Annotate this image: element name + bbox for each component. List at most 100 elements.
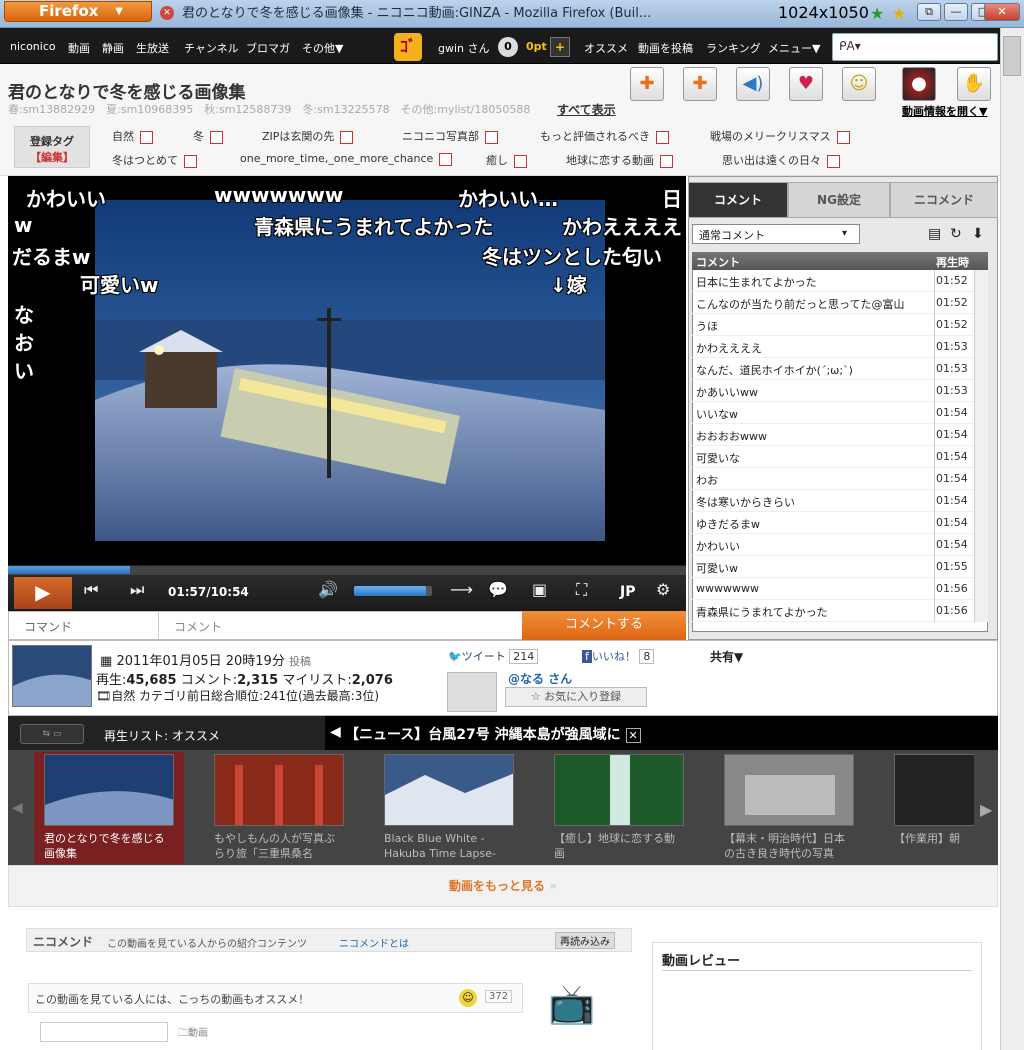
nav-ranking[interactable]: ランキング (706, 40, 761, 56)
show-all-link[interactable]: すべて表示 (557, 101, 616, 118)
tweet-button[interactable]: 🐦ツイート 214 (448, 648, 539, 664)
reload-button[interactable]: 再読み込み (555, 932, 615, 949)
add-playlist-icon[interactable]: ✚ (683, 67, 717, 101)
close-window-button[interactable]: ✕ (984, 3, 1020, 21)
previous-icon[interactable]: ⏮ (84, 580, 98, 600)
playlist-toggle-icon[interactable]: ⇆ ▭ (20, 724, 84, 744)
window-mode-icon[interactable]: ▣ (532, 580, 547, 599)
tag-item[interactable]: 自然 (112, 128, 153, 144)
category-ranking: 🎞自然 カテゴリ前日総合順位:241位(過去最高:3位) (96, 687, 379, 704)
list-icon[interactable]: ▤ (928, 226, 941, 242)
heart-icon[interactable]: ♥ (789, 67, 823, 101)
comment-text: かあいいww (696, 386, 758, 399)
recommend-input[interactable] (40, 1022, 168, 1042)
nav-menu[interactable]: メニュー▼ (768, 40, 820, 56)
chevron-right-icon[interactable]: ▶ (980, 800, 992, 819)
chevron-left-icon[interactable]: ◀ (330, 724, 341, 740)
add-mylist-icon[interactable]: ✚ (630, 67, 664, 101)
more-videos-button[interactable]: 動画をもっと見る » (8, 865, 998, 907)
nav-seiga[interactable]: 静画 (102, 40, 124, 56)
share-menu[interactable]: 共有▼ (710, 648, 743, 665)
tag-item[interactable]: ニコニコ写真部 (402, 128, 498, 144)
command-input[interactable]: コマンド (24, 618, 72, 635)
nav-other[interactable]: その他▼ (302, 40, 343, 56)
comment-scrollbar[interactable] (974, 270, 988, 622)
smile-icon[interactable]: ☺ (842, 67, 876, 101)
search-input[interactable]: ᑭA▾ (832, 33, 998, 61)
add-points-button[interactable]: + (550, 37, 570, 57)
video-thumbnail[interactable] (12, 645, 92, 707)
overlay-comment: 青森県にうまれてよかった (254, 215, 494, 239)
loop-arrow-icon[interactable]: ⟶ (450, 580, 473, 599)
playlist-item[interactable]: Black Blue White -Hakuba Time Lapse- (374, 752, 524, 864)
minimize-button[interactable]: — (944, 3, 968, 21)
user-avatar-icon[interactable]: ｺﾞ (394, 33, 422, 61)
series-links[interactable]: 春:sm13882929 夏:sm10968395 秋:sm12588739 冬… (8, 101, 530, 117)
nav-live[interactable]: 生放送 (136, 40, 169, 56)
tab-nicomend[interactable]: ニコメンド (890, 182, 998, 218)
comment-input[interactable]: コメント (174, 618, 222, 635)
close-icon[interactable]: ✕ (625, 728, 641, 743)
refresh-icon[interactable]: ↻ (950, 226, 962, 242)
news-ticker[interactable]: 【ニュース】台風27号 沖縄本島が強風域に ✕ (325, 716, 998, 750)
tag-item[interactable]: one_more_time,_one_more_chance (240, 152, 452, 166)
open-info-link[interactable]: 動画情報を開く▼ (902, 103, 987, 119)
tag-item[interactable]: 戦場のメリークリスマス (710, 128, 850, 144)
chevron-left-icon[interactable]: ◀ (12, 800, 23, 816)
play-icon[interactable]: ▶ (14, 577, 72, 609)
tag-header: 登録タグ 【編集】 (14, 126, 90, 168)
tag-item[interactable]: ZIPは玄関の先 (262, 128, 353, 144)
playlist-item[interactable]: 君のとなりで冬を感じる画像集 (34, 752, 184, 864)
add-favorite-button[interactable]: ☆ お気に入り登録 (505, 687, 647, 707)
nav-niconico[interactable]: niconico (10, 40, 56, 53)
next-icon[interactable]: ⏭ (130, 580, 144, 600)
firefox-menu-button[interactable]: Firefox ▼ (4, 1, 152, 22)
playlist-item[interactable]: 【幕末・明治時代】日本の古き良き時代の写真 (714, 752, 864, 864)
fullscreen-icon[interactable]: ⛶ (576, 580, 587, 600)
comment-text: かわいい (696, 540, 740, 553)
like-button[interactable]: f いいね！ 8 (582, 648, 655, 664)
hand-icon[interactable]: ✋ (957, 67, 991, 101)
nav-upload[interactable]: 動画を投稿 (638, 40, 693, 56)
page-scrollbar-thumb[interactable] (1003, 36, 1021, 76)
tab-ng-settings[interactable]: NG設定 (788, 182, 890, 218)
download-icon[interactable]: ⬇ (972, 226, 984, 242)
tab-comments[interactable]: コメント (688, 182, 788, 218)
send-comment-button[interactable]: コメントする (522, 611, 686, 640)
tag-item[interactable]: もっと評価されるべき (540, 128, 669, 144)
comment-type-select[interactable]: 通常コメント (692, 224, 860, 244)
speaker-icon[interactable]: ◀) (736, 67, 770, 101)
comments-count: 2,315 (237, 673, 279, 688)
tag-item[interactable]: 冬 (193, 128, 223, 144)
nav-douga[interactable]: 動画 (68, 40, 90, 56)
notification-badge[interactable]: 0 (498, 37, 518, 57)
tag-item[interactable]: 地球に恋する動画 (566, 152, 673, 168)
tag-item[interactable]: 冬はつとめて (112, 152, 197, 168)
playlist-item[interactable]: 【作業用】朝 (884, 752, 974, 864)
page-scrollbar[interactable] (1000, 28, 1024, 1050)
language-toggle[interactable]: JP (620, 584, 635, 600)
comment-time: 01:53 (936, 340, 968, 353)
nicomend-header: ニコメンド この動画を見ている人からの紹介コンテンツ ニコメンドとは 再読み込み (26, 928, 632, 952)
avatar[interactable] (447, 672, 497, 712)
divider (158, 612, 159, 639)
comment-toggle-icon[interactable]: 💬 (488, 580, 508, 599)
tag-item[interactable]: 癒し (486, 152, 527, 168)
tag-item[interactable]: 思い出は遠くの日々 (722, 152, 840, 168)
nav-channel[interactable]: チャンネル (184, 40, 239, 56)
nav-osusume[interactable]: オススメ (584, 40, 628, 56)
user-name[interactable]: gwin さん (438, 40, 490, 56)
restore-button[interactable]: ⧉ (917, 3, 941, 21)
tab-close-icon[interactable]: ✕ (160, 6, 174, 20)
playlist-item[interactable]: もやしもんの人が写真ぶらり旅「三重県桑名 (204, 752, 354, 864)
playlist-item[interactable]: 【癒し】地球に恋する動画 (544, 752, 694, 864)
nicomend-link[interactable]: ニコメンドとは (339, 935, 409, 950)
views-count: 45,685 (126, 673, 177, 688)
tag-edit-link[interactable]: 【編集】 (15, 149, 89, 165)
volume-icon[interactable]: 🔊 (318, 580, 338, 599)
smile-icon[interactable]: ☺ (459, 989, 477, 1007)
uploader-name[interactable]: @なる さん (508, 670, 572, 687)
record-icon[interactable]: ● (902, 67, 936, 101)
nav-blomaga[interactable]: ブロマガ (246, 40, 290, 56)
gear-icon[interactable]: ⚙ (656, 580, 670, 599)
